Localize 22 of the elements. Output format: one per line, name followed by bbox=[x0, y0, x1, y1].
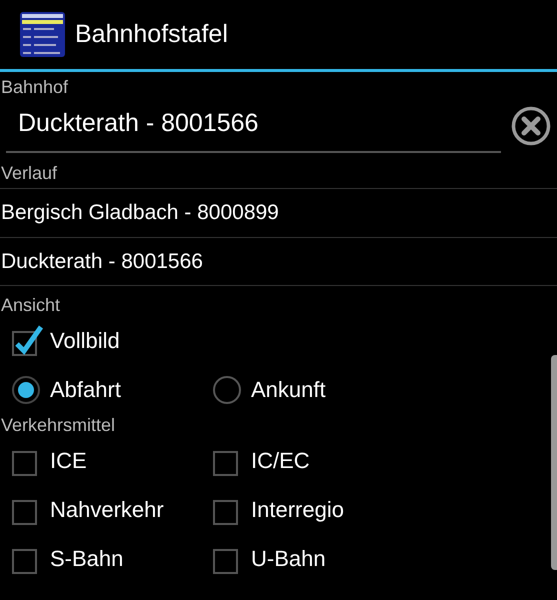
history-item[interactable]: Duckterath - 8001566 bbox=[1, 246, 203, 278]
section-label: Verlauf bbox=[0, 162, 58, 184]
option-label: U-Bahn bbox=[251, 545, 326, 573]
option-label: S-Bahn bbox=[50, 545, 124, 573]
radio-button[interactable] bbox=[12, 376, 40, 404]
option-label: ICE bbox=[50, 447, 87, 475]
option-label: Interregio bbox=[251, 496, 344, 524]
option-label: Vollbild bbox=[50, 327, 120, 355]
section-label: Bahnhof bbox=[0, 76, 70, 98]
section-label: Ansicht bbox=[0, 294, 62, 316]
section-label: Verkehrsmittel bbox=[0, 414, 116, 436]
option-label: IC/EC bbox=[251, 447, 310, 475]
app-icon bbox=[20, 12, 65, 57]
window-title: Bahnhofstafel bbox=[75, 18, 228, 50]
history-item[interactable]: Bergisch Gladbach - 8000899 bbox=[1, 197, 279, 229]
option-label: Nahverkehr bbox=[50, 496, 164, 524]
radio-button[interactable] bbox=[213, 376, 241, 404]
station-field[interactable]: Duckterath - 8001566 bbox=[6, 99, 501, 153]
checkbox[interactable] bbox=[12, 324, 44, 358]
clear-button[interactable] bbox=[511, 106, 551, 146]
option-label: Abfahrt bbox=[50, 376, 121, 404]
option-label: Ankunft bbox=[251, 376, 326, 404]
